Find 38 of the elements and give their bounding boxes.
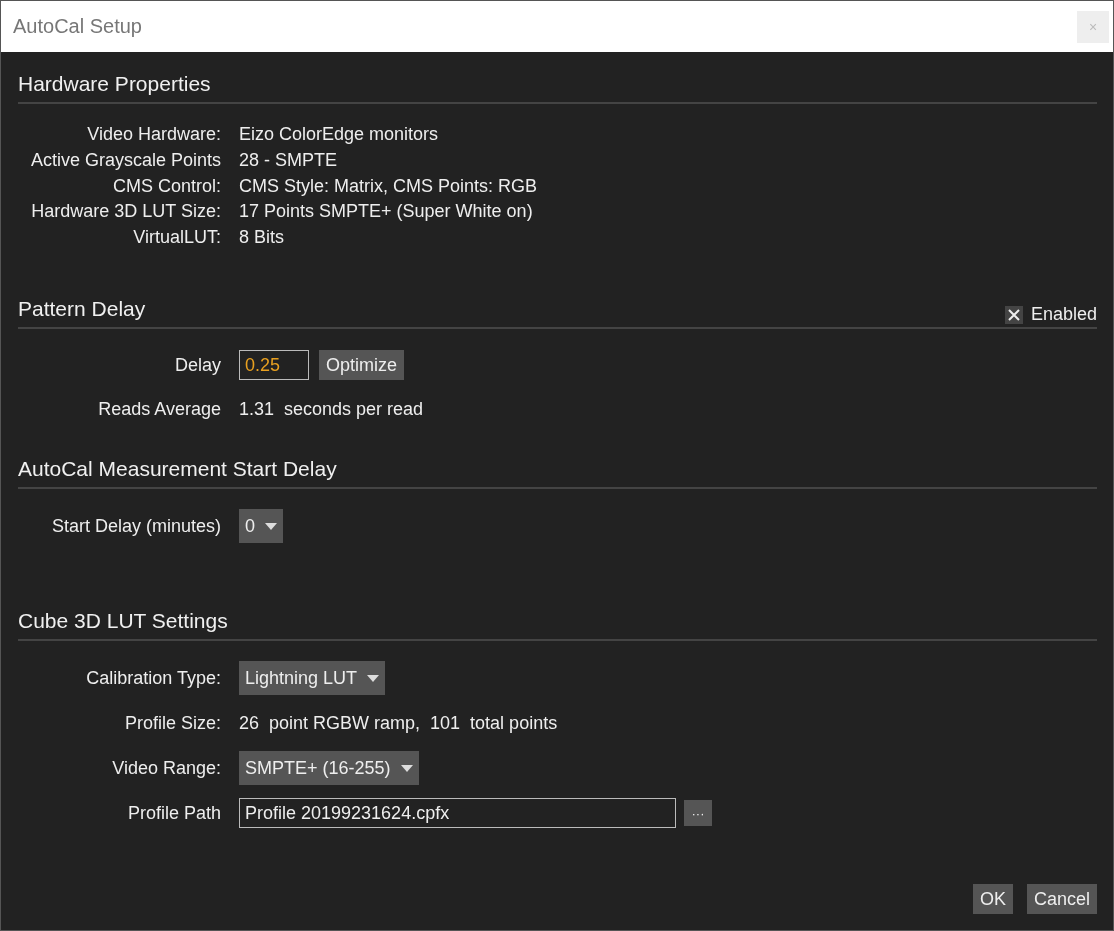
caret-icon (400, 764, 413, 772)
field-label: Hardware 3D LUT Size: (30, 201, 221, 223)
section-title: Pattern Delay (18, 297, 146, 322)
section-title: AutoCal Measurement Start Delay (18, 457, 337, 482)
section-title: Cube 3D LUT Settings (18, 609, 228, 634)
field-value: 17 Points SMPTE+ (Super White on) (239, 201, 533, 223)
field-label: Calibration Type: (85, 667, 221, 689)
checkbox-label: Enabled (1030, 304, 1097, 326)
field-label: Video Hardware: (86, 124, 221, 146)
field-label: Delay (173, 354, 221, 376)
field-label: CMS Control: (111, 175, 221, 197)
section-title: Hardware Properties (18, 72, 211, 96)
window-title: AutoCal Setup (13, 15, 142, 38)
optimize-button[interactable]: Optimize (319, 350, 404, 381)
dropdown[interactable]: SMPTE+ (16-255) (239, 751, 419, 786)
dropdown[interactable]: 0 (239, 509, 283, 544)
field-value: 26 point RGBW ramp, 101 total points (239, 712, 558, 734)
caret-icon (265, 522, 277, 530)
field-value: 1.31 seconds per read (239, 398, 424, 420)
field-value: 28 - SMPTE (239, 150, 338, 172)
field-value: Eizo ColorEdge monitors (239, 124, 439, 146)
dialog-button[interactable]: Cancel (1026, 884, 1097, 914)
checkbox[interactable] (1004, 305, 1023, 324)
field-label: Video Range: (111, 757, 221, 779)
browse-button[interactable]: ··· (684, 800, 712, 827)
field-label: VirtualLUT: (132, 227, 221, 249)
field-label: Active Grayscale Points (29, 150, 221, 172)
field-value: 8 Bits (239, 227, 285, 249)
field-value: CMS Style: Matrix, CMS Points: RGB (239, 175, 538, 197)
dropdown[interactable]: Lightning LUT (239, 661, 386, 696)
input-field[interactable]: 0.25 (239, 350, 309, 381)
path-field[interactable]: Profile 20199231624.cpfx (239, 798, 676, 829)
field-label: Profile Size: (123, 712, 221, 734)
caret-icon (367, 674, 380, 682)
field-label: Profile Path (126, 802, 221, 824)
dialog-button[interactable]: OK (972, 884, 1013, 914)
field-label: Reads Average (97, 398, 221, 420)
field-label: Start Delay (minutes) (50, 515, 221, 537)
